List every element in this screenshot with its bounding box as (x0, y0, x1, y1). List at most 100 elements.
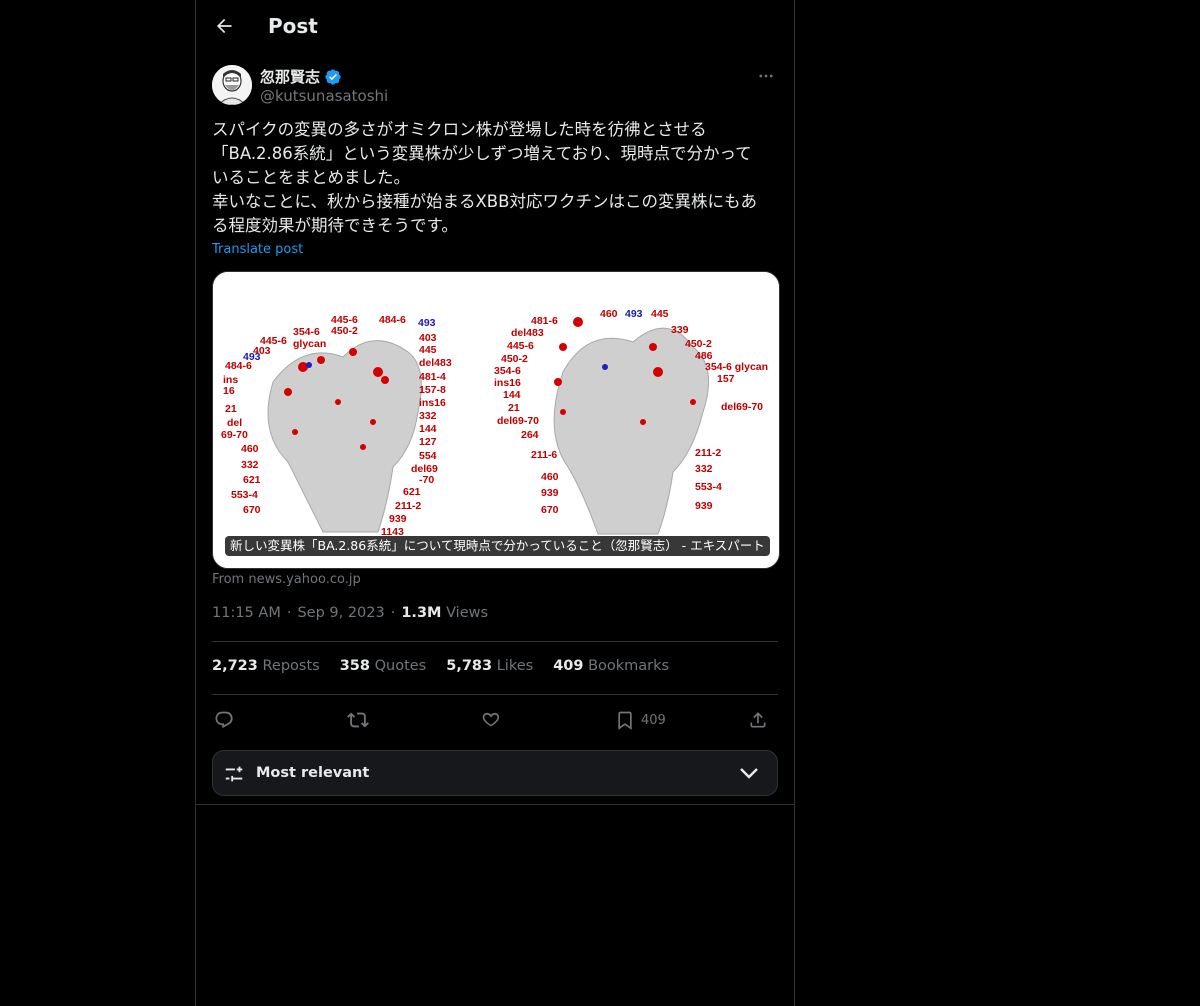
page-title: Post (268, 14, 318, 38)
card-image: 354-6 glycan 445-6 450-2 484-6 493 445-6… (213, 272, 779, 568)
card-right-label: 493 (625, 308, 643, 320)
meta-separator: · (390, 605, 396, 621)
bookmarks-label: Bookmarks (588, 658, 670, 674)
card-right-label: 354-6 (494, 365, 521, 377)
card-right-label: 460 (600, 308, 618, 320)
translate-post-link[interactable]: Translate post (212, 242, 303, 257)
card-right-label: 939 (541, 487, 559, 499)
card-left-label: glycan (293, 338, 326, 350)
post-time[interactable]: 11:15 AM (212, 605, 281, 621)
card-left-label: 450-2 (331, 325, 358, 337)
avatar-illustration (212, 65, 252, 105)
bookmarks-stat[interactable]: 409 Bookmarks (553, 658, 669, 674)
card-left-label: 621 (403, 486, 421, 498)
reposts-count: 2,723 (212, 658, 258, 674)
card-source[interactable]: From news.yahoo.co.jp (212, 572, 361, 587)
author-row: 忽那賢志 @kutsunasatoshi (212, 64, 778, 108)
card-right-label: 939 (695, 500, 713, 512)
card-right-label: 553-4 (695, 481, 722, 493)
share-button[interactable] (748, 704, 768, 736)
avatar[interactable] (212, 65, 252, 105)
card-right-label: 354-6 glycan (705, 361, 768, 373)
card-right-label: del69-70 (497, 415, 539, 427)
divider (196, 804, 794, 805)
card-left-label: 144 (419, 423, 437, 435)
card-right-label: 211-2 (695, 447, 721, 459)
reply-icon (215, 711, 233, 729)
author-name-text: 忽那賢志 (260, 68, 321, 86)
likes-label: Likes (496, 658, 534, 674)
bookmark-button[interactable]: 409 (615, 704, 666, 736)
sort-label: Most relevant (256, 765, 370, 781)
card-left-label: 332 (419, 410, 437, 422)
post-date[interactable]: Sep 9, 2023 (297, 605, 384, 621)
card-left-label: 553-4 (231, 489, 258, 501)
post-column: Post 忽那賢志 @kutsunasatoshi スパイクの変異の多さがオミク… (195, 0, 795, 1006)
card-right-label: 157 (717, 373, 735, 385)
more-button[interactable] (754, 64, 778, 88)
more-horizontal-icon (759, 74, 773, 78)
likes-stat[interactable]: 5,783 Likes (446, 658, 533, 674)
quotes-stat[interactable]: 358 Quotes (340, 658, 427, 674)
bookmark-icon (618, 711, 632, 730)
card-left-label: del (227, 417, 242, 429)
card-right-label: 670 (541, 504, 559, 516)
reposts-stat[interactable]: 2,723 Reposts (212, 658, 320, 674)
back-button[interactable] (210, 12, 238, 40)
views-label: Views (446, 605, 489, 621)
card-right-label: ins16 (494, 377, 521, 389)
card-left-label: 21 (225, 403, 237, 415)
header: Post (196, 0, 794, 53)
divider (212, 694, 778, 695)
card-right-label: 445-6 (507, 340, 534, 352)
card-right-label: 450-2 (501, 353, 528, 365)
meta-separator: · (286, 605, 292, 621)
post-text: スパイクの変異の多さがオミクロン株が登場した時を彷彿とさせる 「BA.2.86系… (212, 120, 757, 235)
card-left-label: 403 (419, 332, 437, 344)
author-name[interactable]: 忽那賢志 (260, 66, 342, 87)
sort-dropdown[interactable]: Most relevant (212, 750, 778, 796)
card-right-label: 211-6 (531, 449, 557, 461)
card-left-label: 157-8 (419, 384, 446, 396)
card-right-label: 264 (521, 429, 539, 441)
views-count: 1.3M (401, 605, 442, 621)
card-left-label: -70 (419, 474, 434, 486)
likes-count: 5,783 (446, 658, 493, 674)
card-left-label: 445 (419, 344, 437, 356)
reply-button[interactable] (214, 704, 234, 736)
chevron-down-icon (740, 768, 758, 779)
action-bar: 409 (212, 704, 778, 736)
divider (212, 641, 778, 642)
card-right-label: 332 (695, 463, 713, 475)
like-button[interactable] (481, 704, 501, 736)
card-left-label: 939 (389, 513, 407, 525)
verified-badge-icon (325, 68, 341, 85)
card-left-label: del483 (419, 357, 452, 369)
repost-icon (347, 712, 369, 728)
reposts-label: Reposts (262, 658, 320, 674)
author-handle[interactable]: @kutsunasatoshi (260, 87, 388, 105)
card-left-label: 127 (419, 436, 437, 448)
repost-button[interactable] (347, 704, 369, 736)
card-right-label: 460 (541, 471, 559, 483)
bookmark-count: 409 (641, 712, 666, 728)
card-right-label: 450-2 (685, 338, 712, 350)
card-right-label: 445 (651, 308, 669, 320)
card-left-label: 16 (223, 385, 235, 397)
link-card[interactable]: 354-6 glycan 445-6 450-2 484-6 493 445-6… (212, 271, 780, 569)
quotes-label: Quotes (374, 658, 427, 674)
quotes-count: 358 (339, 658, 370, 674)
card-left-label: 484-6 (379, 314, 406, 326)
card-right-label: 481-6 (531, 315, 558, 327)
card-left-label: 211-2 (395, 500, 421, 512)
card-left-label: 332 (241, 459, 259, 471)
card-left-label: 481-4 (419, 371, 446, 383)
sliders-icon (225, 766, 243, 782)
post-meta: 11:15 AM · Sep 9, 2023 · 1.3M Views (212, 605, 488, 621)
card-left-label: ins16 (419, 397, 446, 409)
card-right-label: del69-70 (721, 401, 763, 413)
post-stats: 2,723 Reposts 358 Quotes 5,783 Likes 409… (212, 658, 669, 674)
card-left-label: 621 (243, 474, 261, 486)
views[interactable]: 1.3M Views (401, 605, 488, 621)
card-right-label: 21 (508, 402, 520, 414)
